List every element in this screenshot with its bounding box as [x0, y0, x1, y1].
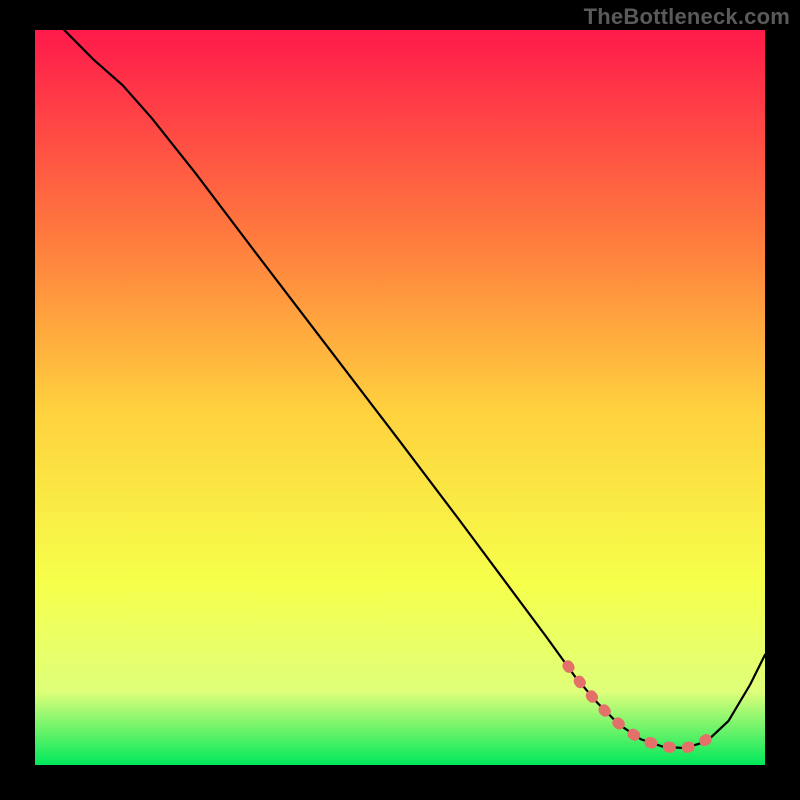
- gradient-background: [35, 30, 765, 765]
- watermark-label: TheBottleneck.com: [584, 4, 790, 30]
- bottleneck-chart: [35, 30, 765, 765]
- chart-frame: TheBottleneck.com: [0, 0, 800, 800]
- plot-area: [35, 30, 765, 765]
